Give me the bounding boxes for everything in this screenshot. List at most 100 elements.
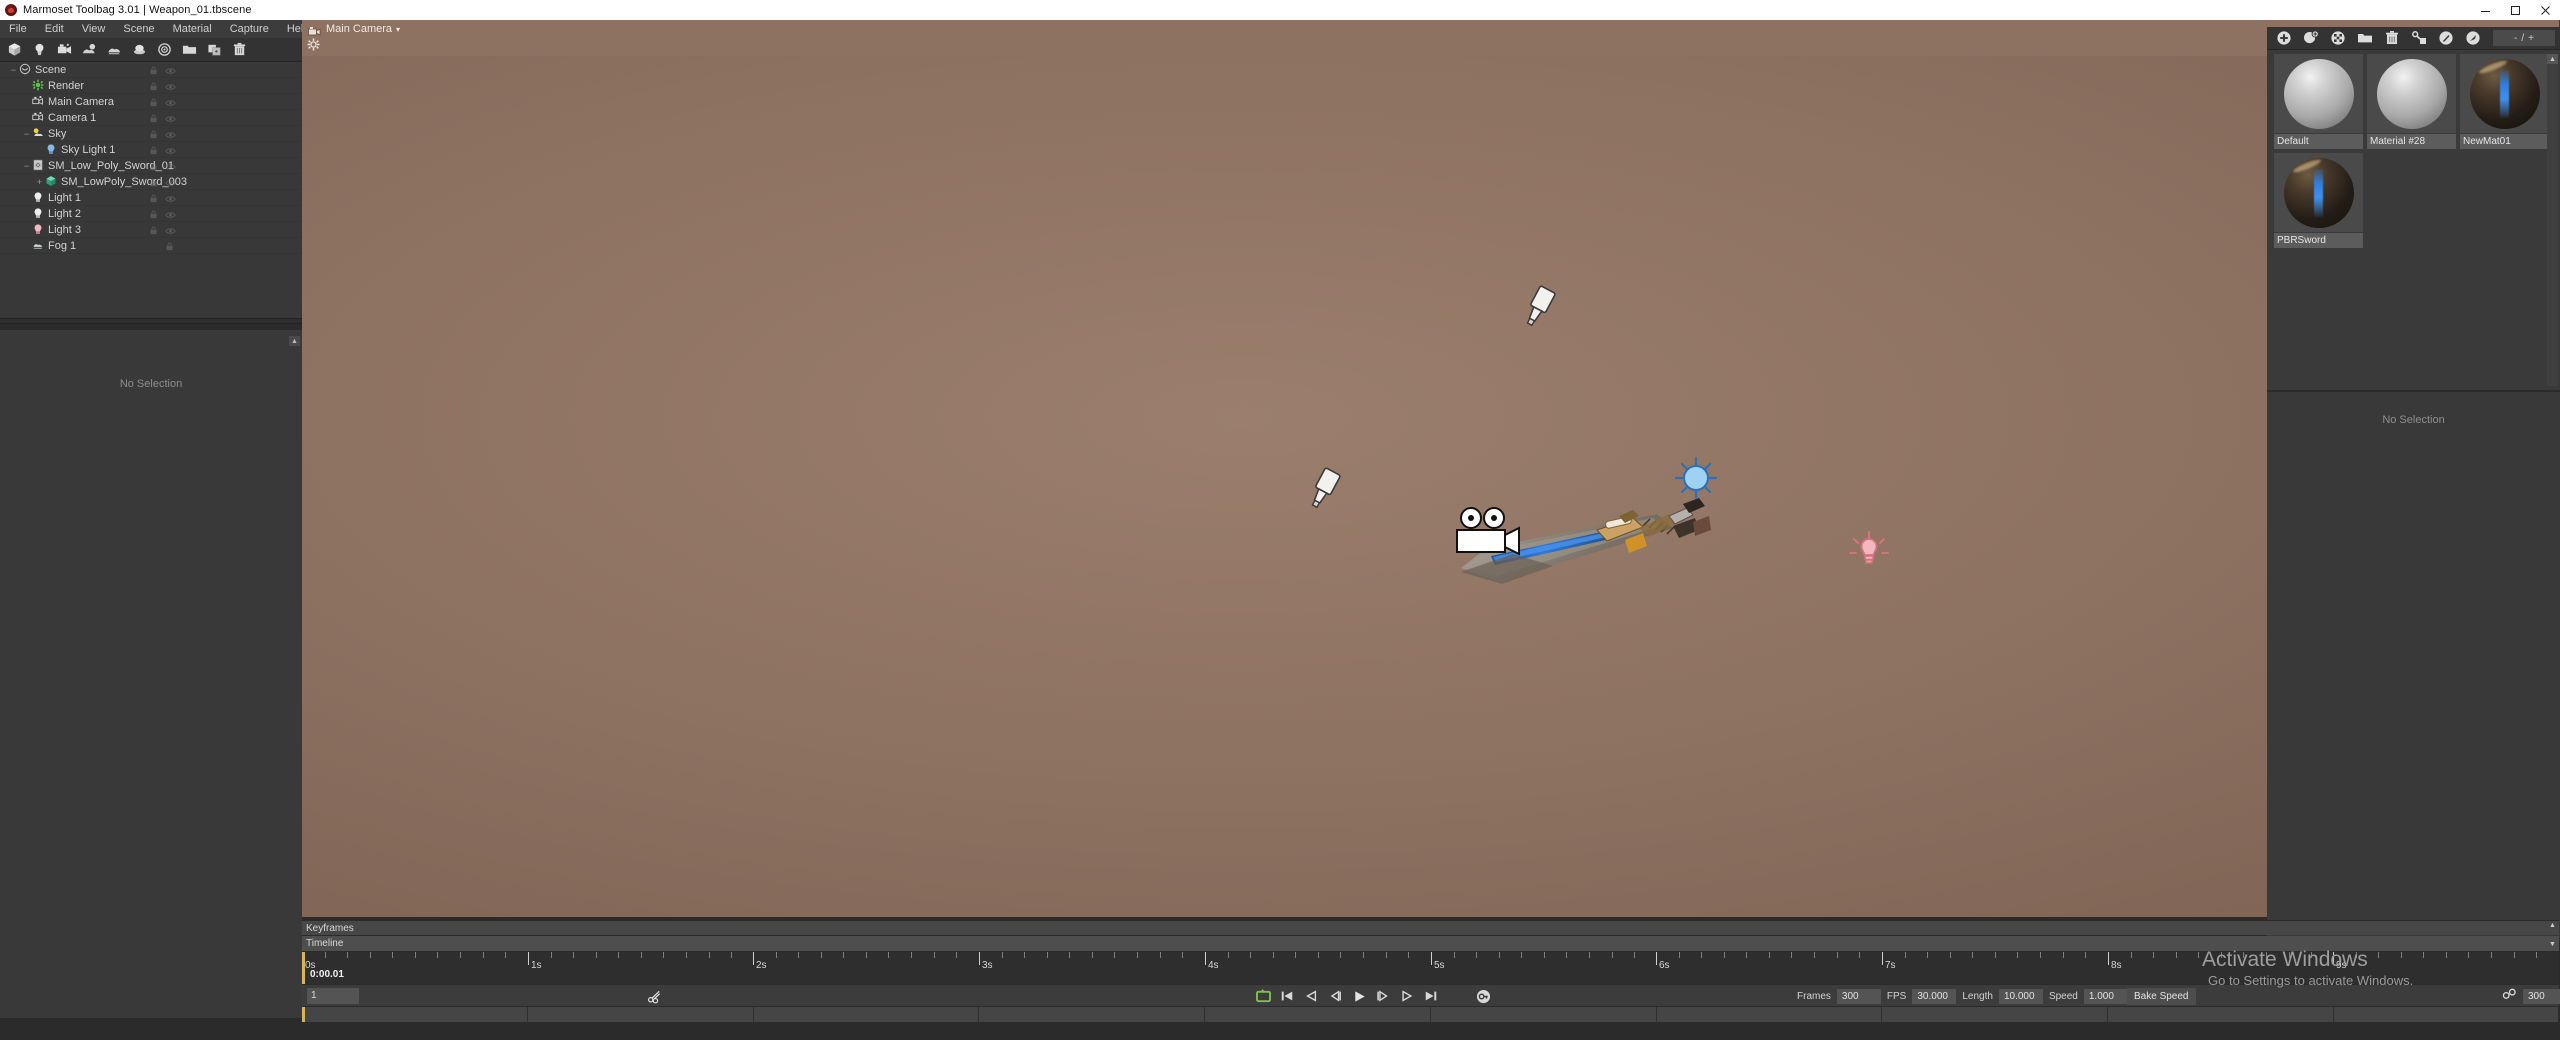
lock-toggle[interactable] xyxy=(149,82,158,91)
timeline-strip-playhead[interactable] xyxy=(302,1007,305,1023)
point-light-gizmo[interactable] xyxy=(1847,529,1891,573)
tree-item-sky-light-1[interactable]: Sky Light 1 xyxy=(0,142,302,158)
step-back-button[interactable] xyxy=(1326,987,1344,1005)
light-gizmo-2[interactable] xyxy=(1302,466,1348,514)
panel-splitter-top[interactable] xyxy=(0,318,302,324)
lock-toggle[interactable] xyxy=(149,146,158,155)
tree-item-camera-1[interactable]: Camera 1 xyxy=(0,110,302,126)
add-material-icon[interactable] xyxy=(2270,27,2297,49)
material-28[interactable]: Material #28 xyxy=(2367,54,2456,149)
link-count-value[interactable]: 300 xyxy=(2523,988,2560,1004)
tree-expander[interactable] xyxy=(21,110,32,126)
tree-item-light-3[interactable]: Light 3 xyxy=(0,222,302,238)
assign-material-icon[interactable] xyxy=(2405,27,2432,49)
chevron-down-icon[interactable]: ▾ xyxy=(396,25,400,34)
timeline-segment[interactable] xyxy=(1882,1007,2108,1023)
lock-toggle[interactable] xyxy=(149,194,158,203)
eye-toggle[interactable] xyxy=(165,66,176,75)
play-button[interactable] xyxy=(1350,987,1368,1005)
jump-end-button[interactable] xyxy=(1422,987,1440,1005)
material-counter-minus[interactable]: - xyxy=(2514,33,2517,44)
timeline-segment[interactable] xyxy=(302,1007,528,1023)
tree-item-sm-low-poly-sword-01[interactable]: − SM_Low_Poly_Sword_01 xyxy=(0,158,302,174)
eye-toggle[interactable] xyxy=(165,210,176,219)
lock-toggle[interactable] xyxy=(165,242,174,251)
material-thumbnail[interactable] xyxy=(2274,153,2363,232)
key-button[interactable] xyxy=(1474,987,1492,1005)
eye-toggle[interactable] xyxy=(165,226,176,235)
eye-toggle[interactable] xyxy=(165,98,176,107)
tree-expander[interactable] xyxy=(34,142,45,158)
folder-icon[interactable] xyxy=(177,38,202,61)
tree-expander[interactable] xyxy=(21,94,32,110)
duplicate-icon[interactable] xyxy=(202,38,227,61)
timeline-header[interactable]: Timeline xyxy=(302,936,2559,951)
timeline-track-row[interactable]: 1 Frames 300 FPS 30.000 Length 10.000 Sp… xyxy=(302,984,2560,1006)
scene-tree-panel[interactable]: − Scene Render Main Camera Camera 1 − Sky Sky L… xyxy=(0,62,302,320)
tree-expander[interactable] xyxy=(21,206,32,222)
timeline-segment[interactable] xyxy=(2333,1007,2559,1023)
timeline-segment[interactable] xyxy=(753,1007,979,1023)
tree-expander[interactable]: − xyxy=(21,126,32,142)
timeline-ruler[interactable]: 0s 1s 2s 3s 4s 5s 6s 7s 8s 9s 0:00.01 xyxy=(302,952,2559,984)
speed-field[interactable]: 1.000 xyxy=(2083,988,2128,1004)
sky-light-gizmo[interactable] xyxy=(1674,456,1718,500)
current-frame-field[interactable]: 1 xyxy=(307,988,359,1004)
menu-file[interactable]: File xyxy=(0,20,36,38)
timeline-segment[interactable] xyxy=(979,1007,1205,1023)
add-mesh-icon[interactable] xyxy=(2,38,27,61)
loop-button[interactable] xyxy=(1254,987,1272,1005)
timeline-segment[interactable] xyxy=(1205,1007,1431,1023)
maximize-button[interactable] xyxy=(2500,0,2530,20)
tree-expander[interactable] xyxy=(21,222,32,238)
tree-item-light-2[interactable]: Light 2 xyxy=(0,206,302,222)
light-gizmo-1[interactable] xyxy=(1517,284,1563,332)
add-subdivision-icon[interactable] xyxy=(152,38,177,61)
material-scroll-up[interactable]: ▲ xyxy=(2547,54,2558,64)
tree-expander[interactable] xyxy=(21,190,32,206)
length-field[interactable]: 10.000 xyxy=(1998,988,2043,1004)
tree-expander[interactable]: − xyxy=(21,158,32,174)
eye-toggle[interactable] xyxy=(165,114,176,123)
eye-toggle[interactable] xyxy=(165,178,176,187)
viewport-3d[interactable] xyxy=(302,56,2267,917)
gear-icon[interactable] xyxy=(307,38,320,56)
frames-field[interactable]: 300 xyxy=(1836,988,1881,1004)
material-newmat01[interactable]: NewMat01 xyxy=(2460,54,2549,149)
properties-scroll-up[interactable]: ▲ xyxy=(289,336,300,346)
material-thumbnail[interactable] xyxy=(2367,54,2456,133)
add-fog-icon[interactable] xyxy=(102,38,127,61)
add-light-icon[interactable] xyxy=(27,38,52,61)
timeline-stack-arrows[interactable]: ▲ ▼ xyxy=(2547,921,2558,949)
material-counter[interactable]: - / + xyxy=(2493,30,2555,46)
fps-field[interactable]: 30.000 xyxy=(1912,988,1957,1004)
menu-view[interactable]: View xyxy=(73,20,115,38)
timeline-scroll-down-icon[interactable]: ▼ xyxy=(2547,940,2558,949)
timeline-playhead[interactable] xyxy=(302,952,305,984)
pick-material-icon[interactable] xyxy=(2432,27,2459,49)
tree-item-light-1[interactable]: Light 1 xyxy=(0,190,302,206)
lock-toggle[interactable] xyxy=(149,162,158,171)
bake-speed-button[interactable]: Bake Speed xyxy=(2127,988,2196,1005)
tree-expander[interactable]: + xyxy=(34,174,45,190)
next-keyframe-button[interactable] xyxy=(1398,987,1416,1005)
material-default[interactable]: Default xyxy=(2274,54,2363,149)
eye-toggle[interactable] xyxy=(165,82,176,91)
lock-toggle[interactable] xyxy=(149,66,158,75)
timeline-scroll-up-icon[interactable]: ▲ xyxy=(2547,921,2558,930)
tree-item-scene[interactable]: − Scene xyxy=(0,62,302,78)
timeline-segment[interactable] xyxy=(1656,1007,1882,1023)
material-thumbnail[interactable] xyxy=(2460,54,2549,133)
timeline-segment[interactable] xyxy=(2108,1007,2334,1023)
material-pbrsword[interactable]: PBRSword xyxy=(2274,153,2363,248)
material-folder-icon[interactable] xyxy=(2351,27,2378,49)
viewport-camera-tab[interactable]: Main Camera ▾ xyxy=(302,20,2559,38)
tree-expander[interactable] xyxy=(21,78,32,94)
close-button[interactable] xyxy=(2530,0,2560,20)
material-scrollbar[interactable]: ▲ xyxy=(2547,54,2558,386)
menu-material[interactable]: Material xyxy=(164,20,221,38)
step-forward-button[interactable] xyxy=(1374,987,1392,1005)
material-browser[interactable]: Default Material #28 NewMat01 PBRSword ▲ xyxy=(2267,50,2560,390)
jump-start-button[interactable] xyxy=(1278,987,1296,1005)
add-turntable-icon[interactable] xyxy=(127,38,152,61)
